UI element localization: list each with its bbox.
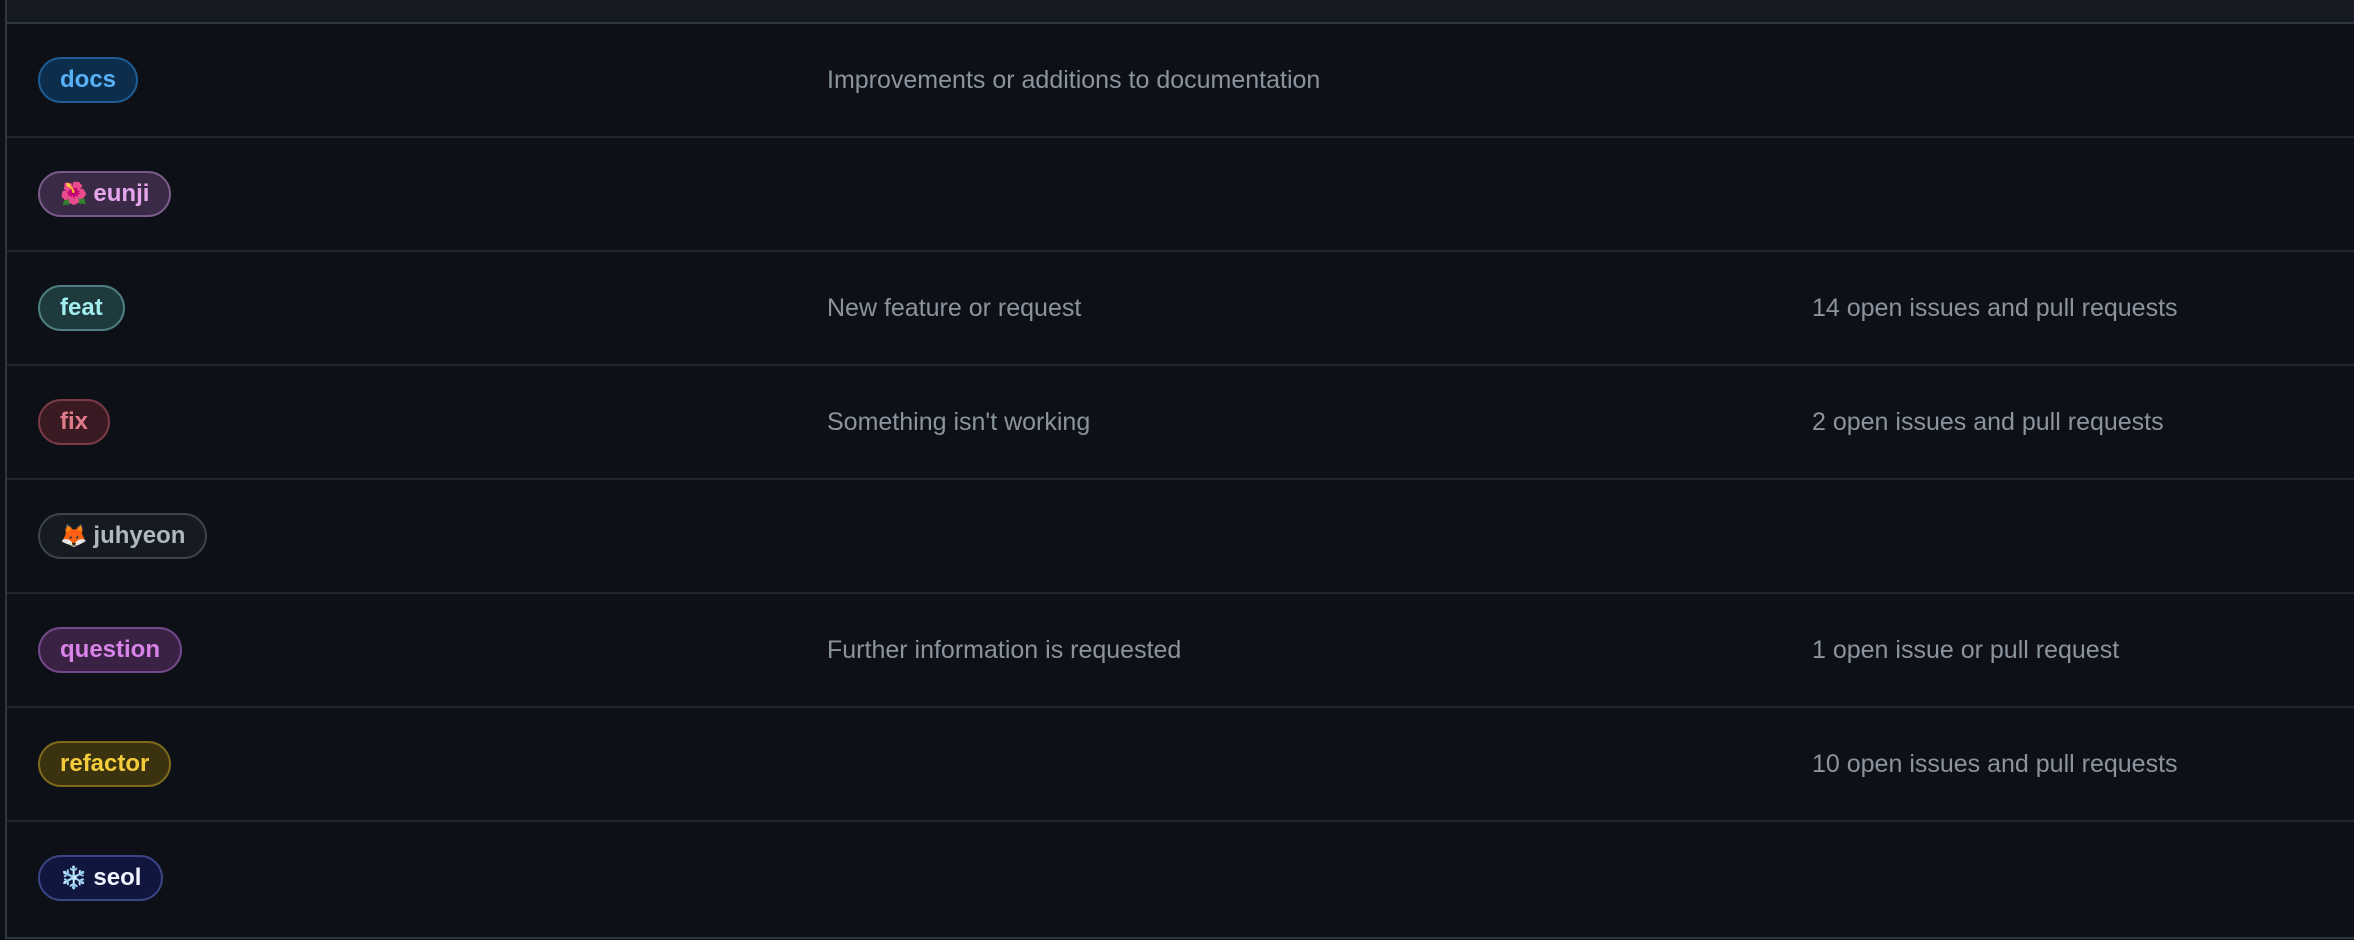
- label-row: feat New feature or request 14 open issu…: [7, 252, 2354, 366]
- label-pill-seol[interactable]: ❄️ seol: [38, 855, 164, 901]
- label-row: 🦊 juhyeon: [7, 480, 2354, 594]
- label-name: question: [60, 636, 160, 663]
- label-pill-fix[interactable]: fix: [38, 399, 111, 445]
- label-pill-docs[interactable]: docs: [38, 57, 139, 103]
- list-header-bar: [7, 0, 2354, 24]
- label-open-count-link[interactable]: 2 open issues and pull requests: [1812, 366, 2164, 478]
- label-name: feat: [60, 294, 103, 321]
- label-row: fix Something isn't working 2 open issue…: [7, 366, 2354, 480]
- label-description: Further information is requested: [827, 635, 1182, 664]
- label-pill-question[interactable]: question: [38, 627, 182, 673]
- label-name: seol: [93, 864, 142, 891]
- label-name: eunji: [93, 180, 150, 207]
- label-name: juhyeon: [93, 522, 186, 549]
- label-pill-refactor[interactable]: refactor: [38, 741, 172, 787]
- label-name: docs: [60, 66, 117, 93]
- label-open-count-link[interactable]: 10 open issues and pull requests: [1812, 708, 2178, 820]
- label-row: question Further information is requeste…: [7, 594, 2354, 708]
- label-row: docs Improvements or additions to docume…: [7, 24, 2354, 138]
- label-emoji-icon: 🌺: [60, 181, 88, 207]
- label-description: Something isn't working: [827, 407, 1091, 436]
- label-emoji-icon: 🦊: [60, 523, 88, 549]
- label-name: refactor: [60, 750, 150, 777]
- label-row: ❄️ seol: [7, 822, 2354, 936]
- label-rows: docs Improvements or additions to docume…: [7, 24, 2354, 936]
- label-row: 🌺 eunji: [7, 138, 2354, 252]
- label-emoji-icon: ❄️: [60, 865, 88, 891]
- label-description: New feature or request: [827, 293, 1082, 322]
- label-pill-juhyeon[interactable]: 🦊 juhyeon: [38, 513, 208, 559]
- labels-list: docs Improvements or additions to docume…: [5, 0, 2354, 939]
- label-pill-feat[interactable]: feat: [38, 285, 125, 331]
- label-name: fix: [60, 408, 89, 435]
- label-open-count-link[interactable]: 1 open issue or pull request: [1812, 594, 2119, 706]
- label-pill-eunji[interactable]: 🌺 eunji: [38, 171, 172, 217]
- label-open-count-link[interactable]: 14 open issues and pull requests: [1812, 252, 2178, 364]
- label-description: Improvements or additions to documentati…: [827, 65, 1321, 94]
- label-row: refactor 10 open issues and pull request…: [7, 708, 2354, 822]
